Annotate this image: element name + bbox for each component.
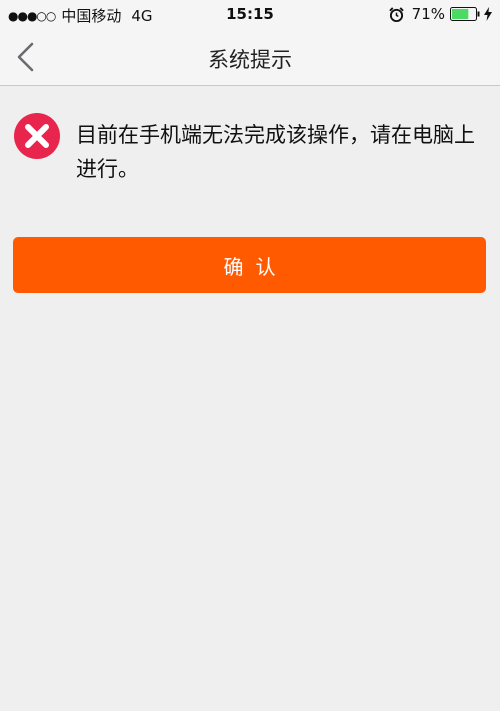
charging-icon: [484, 7, 492, 21]
status-bar: ●●●○○ 中国移动 4G 15:15 71%: [0, 0, 500, 28]
nav-bar: 系统提示: [0, 28, 500, 86]
error-message-text: 目前在手机端无法完成该操作，请在电脑上进行。: [76, 123, 475, 181]
status-right: 71%: [388, 5, 492, 23]
battery-icon: [450, 7, 480, 21]
confirm-button[interactable]: 确认: [13, 237, 486, 293]
battery-percent: 71%: [411, 5, 445, 23]
page-title: 系统提示: [208, 48, 292, 72]
error-icon: [14, 113, 60, 159]
alarm-icon: [388, 6, 404, 22]
